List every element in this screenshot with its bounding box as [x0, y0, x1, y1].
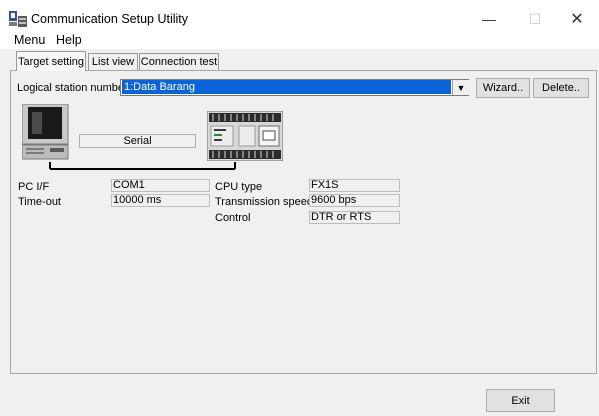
- cpu-type-value: FX1S: [309, 179, 400, 192]
- maximize-button[interactable]: ☐: [512, 8, 558, 30]
- timeout-value: 10000 ms: [111, 194, 210, 207]
- wizard-button[interactable]: Wizard..: [476, 78, 530, 98]
- chevron-down-icon[interactable]: ▼: [452, 80, 469, 95]
- station-selected-value[interactable]: 1:Data Barang: [122, 80, 451, 94]
- transmission-speed-value: 9600 bps: [309, 194, 400, 207]
- plc-icon: [207, 111, 283, 161]
- control-label: Control: [215, 212, 251, 224]
- connection-type-label: Serial: [79, 134, 196, 148]
- pc-icon: [22, 104, 69, 160]
- connection-line: [49, 162, 236, 170]
- timeout-label: Time-out: [18, 196, 61, 208]
- transmission-speed-label: Transmission speed: [215, 196, 314, 208]
- pc-if-label: PC I/F: [18, 181, 50, 193]
- exit-button[interactable]: Exit: [486, 389, 555, 412]
- pc-if-value: COM1: [111, 179, 210, 192]
- window-title: Communication Setup Utility: [31, 12, 189, 26]
- tab-target-setting[interactable]: Target setting: [16, 51, 86, 71]
- control-value: DTR or RTS: [309, 211, 400, 224]
- menu-item-help[interactable]: Help: [56, 33, 82, 47]
- station-label: Logical station number: [17, 82, 128, 94]
- tab-panel: [10, 70, 597, 374]
- delete-button[interactable]: Delete..: [533, 78, 589, 98]
- tab-list-view[interactable]: List view: [88, 53, 138, 70]
- menu-item-menu[interactable]: Menu: [14, 33, 45, 47]
- menu-bar: [0, 31, 599, 49]
- minimize-button[interactable]: —: [466, 8, 512, 30]
- tab-connection-test[interactable]: Connection test: [139, 53, 219, 70]
- cpu-type-label: CPU type: [215, 181, 263, 193]
- app-icon: [9, 11, 27, 27]
- close-button[interactable]: ✕: [554, 8, 599, 30]
